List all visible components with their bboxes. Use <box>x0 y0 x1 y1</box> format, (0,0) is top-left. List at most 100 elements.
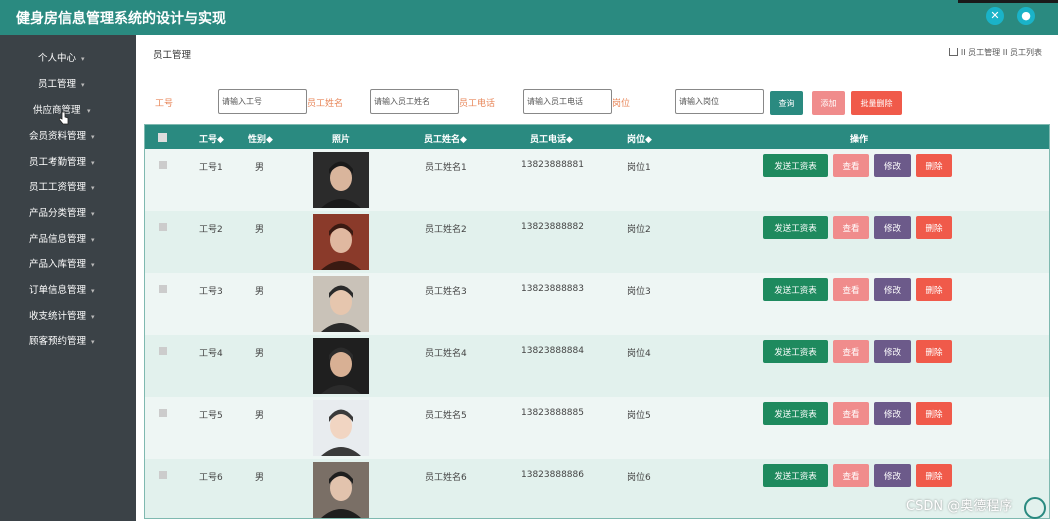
row-checkbox[interactable] <box>159 471 167 479</box>
table-header: 工号◆ 性别◆ 照片 员工姓名◆ 员工电话◆ 岗位◆ 操作 <box>145 125 1049 149</box>
chevron-down-icon: ▾ <box>81 55 85 63</box>
chevron-down-icon: ▾ <box>91 261 95 269</box>
view-button[interactable]: 查看 <box>833 216 869 239</box>
cell-gonghao: 工号3 <box>199 287 223 297</box>
delete-button[interactable]: 删除 <box>916 216 952 239</box>
col-gonghao[interactable]: 工号◆ <box>199 132 224 145</box>
delete-button[interactable]: 删除 <box>916 154 952 177</box>
send-payslip-button[interactable]: 发送工资表 <box>763 464 828 487</box>
cell-name: 员工姓名2 <box>425 225 467 235</box>
delete-button[interactable]: 删除 <box>916 340 952 363</box>
col-name[interactable]: 员工姓名◆ <box>424 132 467 145</box>
post-label: 岗位 <box>612 99 631 109</box>
staff-photo <box>313 152 369 208</box>
user-icon[interactable]: ● <box>1017 7 1035 25</box>
send-payslip-button[interactable]: 发送工资表 <box>763 278 828 301</box>
row-checkbox[interactable] <box>159 285 167 293</box>
view-button[interactable]: 查看 <box>833 464 869 487</box>
gonghao-input[interactable] <box>218 89 307 114</box>
expand-icon[interactable]: ✕ <box>986 7 1004 25</box>
help-icon[interactable] <box>1024 497 1046 519</box>
sidebar-item-members[interactable]: 会员资料管理 ▾ <box>0 127 136 147</box>
row-checkbox[interactable] <box>159 223 167 231</box>
cell-post: 岗位5 <box>627 411 651 421</box>
edit-button[interactable]: 修改 <box>874 402 911 425</box>
delete-button[interactable]: 删除 <box>916 464 952 487</box>
col-post[interactable]: 岗位◆ <box>627 132 652 145</box>
sidebar-item-stock-in[interactable]: 产品入库管理 ▾ <box>0 255 136 275</box>
view-button[interactable]: 查看 <box>833 278 869 301</box>
sidebar-item-orders[interactable]: 订单信息管理 ▾ <box>0 281 136 301</box>
col-phone[interactable]: 员工电话◆ <box>530 132 573 145</box>
delete-button[interactable]: 删除 <box>916 402 952 425</box>
row-checkbox[interactable] <box>159 347 167 355</box>
cell-gender: 男 <box>255 163 265 173</box>
search-button[interactable]: 查询 <box>770 91 803 115</box>
cell-phone: 13823888883 <box>521 284 584 294</box>
sidebar-item-salary[interactable]: 员工工资管理 ▾ <box>0 178 136 198</box>
hand-cursor-icon <box>59 111 69 125</box>
page-title: 员工管理 <box>153 50 192 61</box>
sidebar: 个人中心 ▾ 员工管理 ▾ 供应商管理 ▾ 会员资料管理 ▾ 员工考勤管理 ▾ … <box>0 35 136 521</box>
view-button[interactable]: 查看 <box>833 154 869 177</box>
table-row: 工号4 男 员工姓名4 13823888884 岗位4 发送工资表 查看 修改 删除 <box>145 335 1049 397</box>
add-button[interactable]: 添加 <box>812 91 845 115</box>
row-checkbox[interactable] <box>159 409 167 417</box>
table-row: 工号5 男 员工姓名5 13823888885 岗位5 发送工资表 查看 修改 删除 <box>145 397 1049 459</box>
sidebar-item-appointments[interactable]: 顾客预约管理 ▾ <box>0 332 136 352</box>
chevron-down-icon: ▾ <box>91 287 95 295</box>
chevron-down-icon: ▾ <box>91 184 95 192</box>
chevron-down-icon: ▾ <box>91 236 95 244</box>
select-all-checkbox[interactable] <box>158 133 167 142</box>
sidebar-item-personal[interactable]: 个人中心 ▾ <box>0 49 136 69</box>
sidebar-item-staff[interactable]: 员工管理 ▾ <box>0 75 136 95</box>
top-bar: 健身房信息管理系统的设计与实现 ✕ ● <box>0 0 1058 35</box>
chevron-down-icon: ▾ <box>91 338 95 346</box>
post-input[interactable] <box>675 89 764 114</box>
staff-photo <box>313 276 369 332</box>
view-button[interactable]: 查看 <box>833 340 869 363</box>
sidebar-item-label: 供应商管理 <box>33 105 81 116</box>
sidebar-item-product-category[interactable]: 产品分类管理 ▾ <box>0 204 136 224</box>
sidebar-item-label: 顾客预约管理 <box>29 336 87 347</box>
send-payslip-button[interactable]: 发送工资表 <box>763 340 828 363</box>
edit-button[interactable]: 修改 <box>874 154 911 177</box>
row-checkbox[interactable] <box>159 161 167 169</box>
phone-input[interactable] <box>523 89 612 114</box>
cell-gender: 男 <box>255 411 265 421</box>
watermark: CSDN @奥德程序 <box>906 499 1013 514</box>
sidebar-item-label: 产品分类管理 <box>29 208 87 219</box>
staff-photo <box>313 338 369 394</box>
cell-phone: 13823888886 <box>521 470 584 480</box>
cell-name: 员工姓名3 <box>425 287 467 297</box>
breadcrumb: II 员工管理 II 员工列表 <box>948 47 1042 58</box>
phone-label: 员工电话 <box>459 99 496 109</box>
name-input[interactable] <box>370 89 459 114</box>
edit-button[interactable]: 修改 <box>874 464 911 487</box>
cell-phone: 13823888885 <box>521 408 584 418</box>
staff-table: 工号◆ 性别◆ 照片 员工姓名◆ 员工电话◆ 岗位◆ 操作 工号1 男 员工姓名1 1… <box>144 124 1050 519</box>
cell-gender: 男 <box>255 287 265 297</box>
edit-button[interactable]: 修改 <box>874 216 911 239</box>
table-row: 工号2 男 员工姓名2 13823888882 岗位2 发送工资表 查看 修改 删除 <box>145 211 1049 273</box>
cell-post: 岗位3 <box>627 287 651 297</box>
sidebar-item-finance[interactable]: 收支统计管理 ▾ <box>0 307 136 327</box>
col-gender[interactable]: 性别◆ <box>248 132 273 145</box>
send-payslip-button[interactable]: 发送工资表 <box>763 154 828 177</box>
edit-button[interactable]: 修改 <box>874 278 911 301</box>
sidebar-item-attendance[interactable]: 员工考勤管理 ▾ <box>0 153 136 173</box>
sidebar-item-label: 产品信息管理 <box>29 234 87 245</box>
edit-button[interactable]: 修改 <box>874 340 911 363</box>
sidebar-item-product-info[interactable]: 产品信息管理 ▾ <box>0 230 136 250</box>
send-payslip-button[interactable]: 发送工资表 <box>763 216 828 239</box>
cell-name: 员工姓名4 <box>425 349 467 359</box>
delete-button[interactable]: 删除 <box>916 278 952 301</box>
send-payslip-button[interactable]: 发送工资表 <box>763 402 828 425</box>
sidebar-item-label: 产品入库管理 <box>29 259 87 270</box>
name-label: 员工姓名 <box>307 99 344 109</box>
breadcrumb-text[interactable]: II 员工管理 II 员工列表 <box>961 48 1042 57</box>
chevron-down-icon: ▾ <box>81 81 85 89</box>
batch-delete-button[interactable]: 批量删除 <box>851 91 902 115</box>
home-icon[interactable] <box>948 48 958 56</box>
view-button[interactable]: 查看 <box>833 402 869 425</box>
